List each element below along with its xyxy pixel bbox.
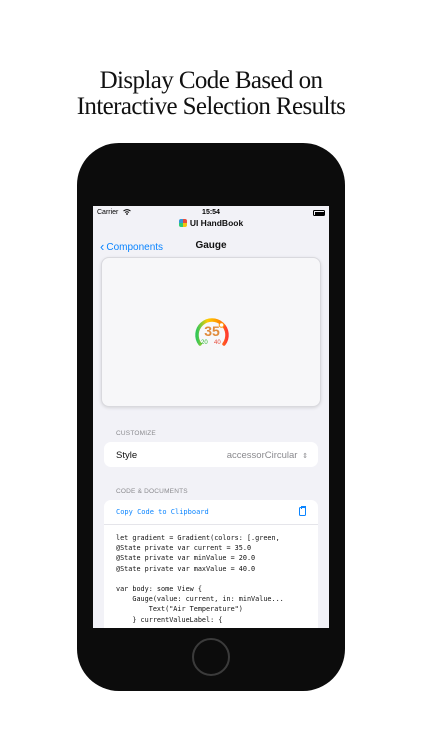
app-title: UI HandBook	[93, 218, 329, 228]
phone-earpiece	[116, 178, 306, 184]
code-line: @State private var current = 35.0	[116, 544, 252, 553]
customize-card: Style accessorCircular ⇕	[104, 442, 318, 467]
up-down-chevron-icon: ⇕	[302, 453, 308, 460]
gauge-max-value: 40	[214, 340, 221, 346]
gauge-preview-card: 35 20 40	[101, 257, 321, 407]
gauge-min-value: 20	[201, 340, 208, 346]
style-picker-value: accessorCircular	[226, 450, 298, 461]
style-picker[interactable]: accessorCircular ⇕	[227, 450, 308, 461]
code-divider	[104, 524, 318, 525]
copy-code-button[interactable]: Copy Code to Clipboard	[116, 508, 209, 516]
code-line: var body: some View {	[116, 585, 202, 594]
status-time: 15:54	[202, 209, 220, 216]
home-button[interactable]	[192, 638, 230, 676]
code-card: Copy Code to Clipboard let gradient = Gr…	[104, 500, 318, 628]
code-line: @State private var maxValue = 40.0	[116, 564, 256, 573]
code-block: let gradient = Gradient(colors: [.green,…	[116, 533, 284, 625]
marketing-headline: Display Code Based on Interactive Select…	[0, 68, 422, 120]
gauge-current-value: 35	[204, 323, 220, 339]
battery-icon	[313, 210, 325, 216]
app-title-text: UI HandBook	[189, 218, 244, 228]
code-line: Text("Air Temperature")	[116, 605, 243, 614]
page-title: Gauge	[195, 240, 227, 251]
phone-screen: Carrier 15:54 UI HandBook ‹ Components Ga…	[93, 206, 329, 628]
code-line: @State private var minValue = 20.0	[116, 554, 256, 563]
gauge[interactable]: 35 20 40	[193, 315, 231, 353]
navigation-bar: ‹ Components Gauge	[93, 236, 329, 256]
code-line: let gradient = Gradient(colors: [.green,	[116, 534, 280, 542]
headline-line-1: Display Code Based on	[99, 67, 323, 94]
headline-line-2: Interactive Selection Results	[76, 93, 346, 120]
app-logo-icon	[178, 219, 187, 227]
code-line: Gauge(value: current, in: minValue...	[116, 595, 284, 604]
customize-section-header: CUSTOMIZE	[116, 430, 156, 437]
code-line: } currentValueLabel: {	[116, 615, 223, 624]
code-documents-section-header: CODE & DOCUMENTS	[116, 488, 188, 495]
clipboard-icon[interactable]	[299, 506, 306, 516]
style-row-label: Style	[116, 450, 138, 461]
